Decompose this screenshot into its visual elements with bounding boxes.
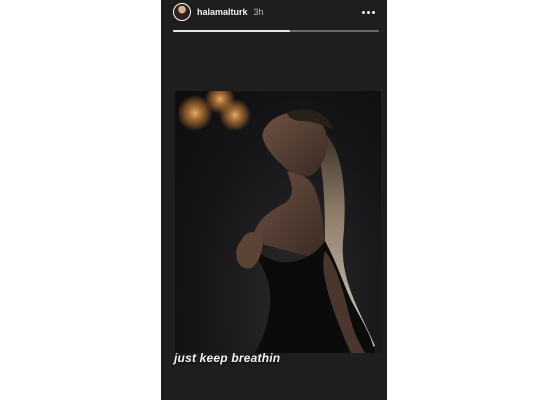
story-photo (175, 91, 381, 353)
more-horizontal-icon-dot (367, 10, 370, 14)
story-caption: just keep breathin (174, 351, 281, 365)
more-horizontal-icon (362, 10, 365, 14)
username[interactable]: halamalturk (197, 7, 248, 17)
story-progress-bar (173, 30, 379, 32)
story-progress-fill (173, 30, 291, 32)
more-horizontal-icon-dot (372, 10, 375, 14)
post-time: 3h (253, 7, 264, 17)
story-photo-illustration (177, 91, 375, 353)
story-header: halamalturk 3h (173, 2, 377, 22)
story-viewer[interactable]: halamalturk 3h just keep breathin (161, 0, 387, 400)
more-options-button[interactable] (360, 9, 377, 16)
avatar[interactable] (173, 3, 191, 21)
